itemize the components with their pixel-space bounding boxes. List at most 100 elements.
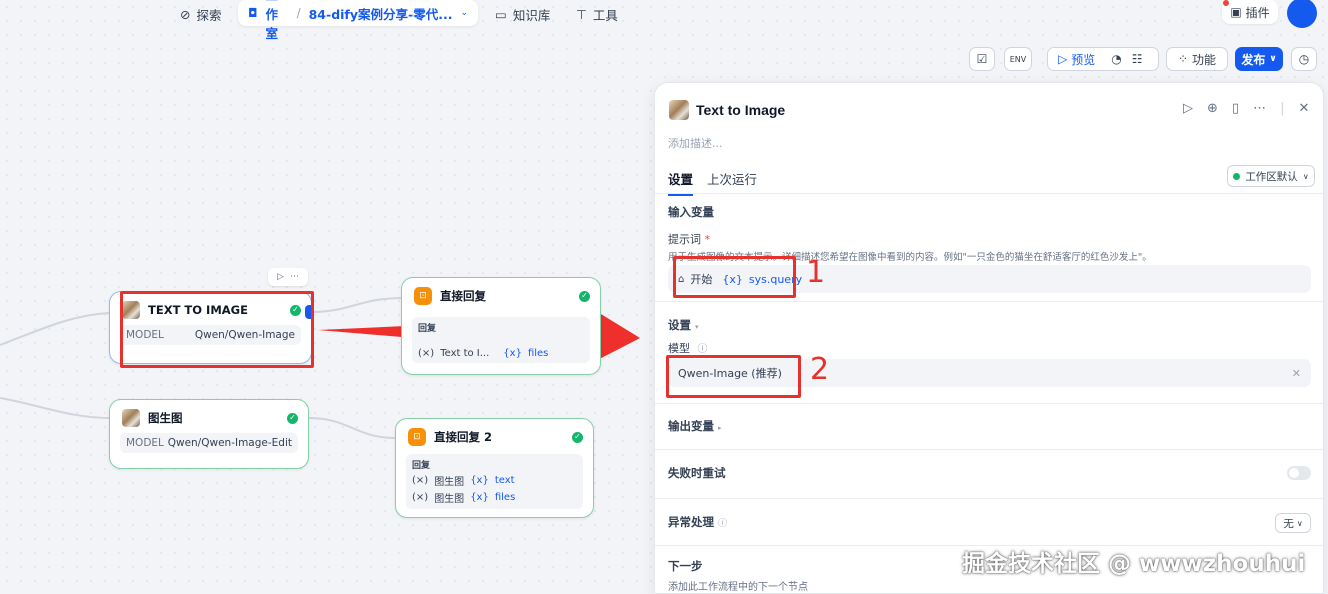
- checklist-button[interactable]: ☑: [969, 47, 995, 71]
- robot-icon: ◘: [248, 6, 258, 20]
- plugins-label: 插件: [1245, 5, 1270, 20]
- publish-label: 发布: [1241, 52, 1266, 67]
- panel-actions: ▷ ⊕ ▯ ⋯ | ✕: [1183, 101, 1309, 116]
- help-icon: ⓘ: [718, 519, 728, 529]
- close-icon[interactable]: ✕: [1298, 101, 1309, 116]
- error-handling-value: 无: [1283, 517, 1294, 530]
- list-icon[interactable]: ☷: [1132, 52, 1143, 66]
- crosshair-icon[interactable]: ⊕: [1207, 101, 1218, 116]
- var-source: 图生图: [434, 477, 465, 488]
- variable-icon: (×): [412, 492, 429, 503]
- node-title: 图生图: [148, 411, 183, 425]
- nav-studio[interactable]: ◘ 工作室 / 84-dify案例分享-零代... ⌄: [238, 0, 478, 41]
- description-input[interactable]: 添加描述...: [668, 135, 723, 151]
- edge-i2i-reply2: [307, 417, 397, 439]
- settings-title-text: 设置: [668, 318, 691, 332]
- nav-explore[interactable]: ⊘ 探索: [180, 4, 222, 24]
- section-divider: [655, 498, 1323, 499]
- node-config-panel: Text to Image ▷ ⊕ ▯ ⋯ | ✕ 添加描述... 设置 上次运…: [654, 82, 1324, 594]
- history-icon: ◷: [1298, 52, 1310, 66]
- input-vars-title: 输入变量: [668, 205, 714, 219]
- chevron-updown-icon[interactable]: ⌄: [460, 8, 468, 18]
- output-vars-text: 输出变量: [668, 419, 714, 433]
- node-title: 直接回复: [440, 289, 486, 303]
- checklist-icon: ☑: [976, 52, 988, 66]
- nav-tools[interactable]: ⊤ 工具: [576, 4, 618, 24]
- workspace-default-label: 工作区默认: [1245, 170, 1298, 183]
- nav-studio-label: 工作室: [265, 0, 279, 41]
- var-source: Text to I...: [440, 348, 490, 359]
- error-handling-select[interactable]: 无 ∨: [1275, 513, 1311, 533]
- edge-in-2: [0, 397, 111, 419]
- nav-separator: /: [296, 6, 301, 20]
- node-thumbnail-icon: [669, 100, 689, 120]
- caret-down-icon: ▾: [695, 323, 699, 331]
- node-direct-reply-2[interactable]: ⊡ 直接回复 2 ✓ 回复 (×) 图生图 {x} text (×) 图生图 {…: [395, 418, 594, 518]
- node-title: 直接回复 2: [434, 430, 493, 444]
- plugins-button[interactable]: ▣ 插件: [1222, 0, 1278, 24]
- tab-settings[interactable]: 设置: [668, 169, 694, 196]
- var-name: text: [494, 475, 515, 486]
- chevron-down-icon: ∨: [1269, 54, 1277, 64]
- env-button[interactable]: ENV: [1004, 47, 1032, 71]
- output-vars-title[interactable]: 输出变量 ▸: [668, 418, 722, 434]
- avatar[interactable]: [1287, 0, 1317, 28]
- required-mark: *: [704, 233, 711, 246]
- more-icon[interactable]: ⋯: [290, 272, 299, 282]
- help-icon: ⓘ: [697, 344, 708, 355]
- reply-content: 回复 (×) 图生图 {x} text (×) 图生图 {x} files: [406, 454, 583, 509]
- reply-label: 回复: [418, 324, 437, 334]
- variable-icon: (×): [418, 348, 435, 359]
- features-button[interactable]: ⁘ 功能: [1166, 47, 1228, 71]
- edge-t2i-reply: [311, 297, 403, 313]
- reply-var: (×) 图生图 {x} text: [412, 473, 577, 488]
- plugin-icon: ▣: [1230, 5, 1242, 19]
- section-divider: [655, 301, 1323, 302]
- history-run-icon[interactable]: ◔: [1111, 52, 1121, 66]
- workspace-default-select[interactable]: 工作区默认 ∨: [1227, 165, 1315, 187]
- success-check-icon: ✓: [287, 412, 298, 424]
- tab-last-run[interactable]: 上次运行: [707, 169, 757, 196]
- variable-icon: (×): [412, 475, 429, 486]
- clear-icon[interactable]: ✕: [1292, 367, 1301, 380]
- var-source: 图生图: [434, 494, 465, 505]
- next-step-title: 下一步: [668, 559, 703, 573]
- book-open-icon[interactable]: ▯: [1232, 101, 1239, 116]
- run-icon[interactable]: ▷: [1183, 101, 1193, 116]
- node-direct-reply[interactable]: ⊡ 直接回复 ✓ 回复 (×) Text to I... {x} files: [401, 277, 601, 375]
- edge-in-1: [0, 312, 111, 346]
- model-value: Qwen/Qwen-Image-Edit: [167, 437, 292, 449]
- compass-icon: ⊘: [180, 6, 191, 22]
- reply-icon: ⊡: [408, 428, 426, 446]
- nav-explore-label: 探索: [196, 7, 222, 23]
- retry-toggle[interactable]: [1287, 466, 1311, 480]
- version-history-button[interactable]: ◷: [1291, 47, 1317, 71]
- reply-var: (×) 图生图 {x} files: [412, 490, 577, 505]
- nav-knowledge[interactable]: ▭ 知识库: [495, 4, 550, 24]
- var-name: files: [527, 348, 549, 359]
- error-handling-title: 异常处理 ⓘ: [668, 514, 727, 530]
- reply-icon: ⊡: [414, 287, 432, 305]
- annotation-number-1: 1: [806, 255, 826, 290]
- section-divider: [655, 449, 1323, 450]
- preview-button[interactable]: 预览: [1071, 51, 1095, 68]
- variable-icon: {x}: [470, 492, 489, 503]
- reply-label: 回复: [412, 461, 431, 471]
- error-title-text: 异常处理: [668, 515, 714, 529]
- settings-title[interactable]: 设置 ▾: [668, 317, 699, 333]
- more-icon[interactable]: ⋯: [1253, 101, 1266, 116]
- reply-content: 回复 (×) Text to I... {x} files: [412, 317, 590, 363]
- publish-button[interactable]: 发布 ∨: [1235, 47, 1283, 71]
- panel-title[interactable]: Text to Image: [696, 102, 785, 118]
- annotation-box-model: [666, 355, 801, 398]
- play-icon[interactable]: ▷: [1058, 52, 1067, 66]
- variable-icon: {x}: [503, 348, 522, 359]
- node-image-to-image[interactable]: 图生图 ✓ MODEL Qwen/Qwen-Image-Edit: [109, 399, 309, 469]
- annotation-box-node: [120, 291, 314, 368]
- run-node-icon[interactable]: ▷: [277, 272, 284, 282]
- preview-group: ▷ 预览 ◔ ☷: [1047, 47, 1159, 71]
- app-name[interactable]: 84-dify案例分享-零代...: [309, 4, 453, 23]
- node-hover-actions[interactable]: ▷ ⋯: [268, 268, 308, 286]
- hammer-icon: ⊤: [576, 6, 587, 22]
- top-navigation: ⊘ 探索 ◘ 工作室 / 84-dify案例分享-零代... ⌄ ▭ 知识库 ⊤…: [0, 0, 1328, 41]
